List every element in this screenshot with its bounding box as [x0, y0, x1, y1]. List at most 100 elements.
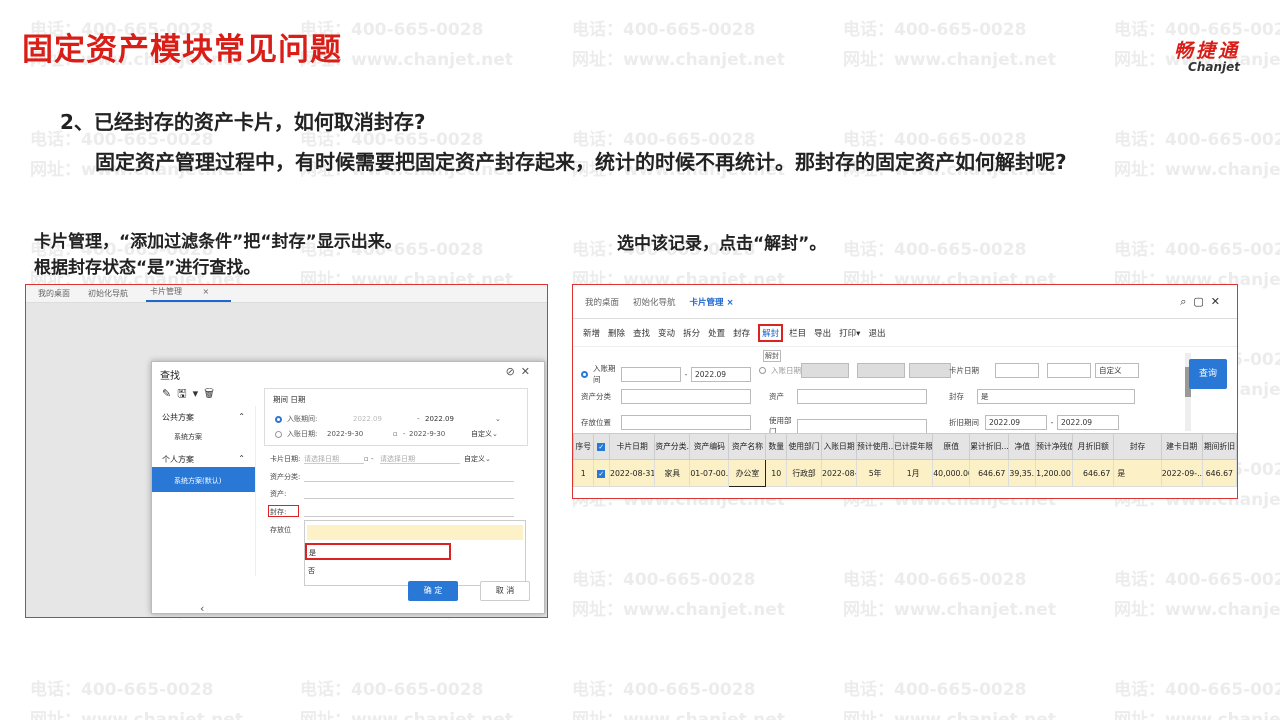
- public-scheme-group[interactable]: 公共方案 ⌃: [152, 406, 255, 423]
- period-row[interactable]: 入账期间: 2022.09 - 2022.09 ⌄: [275, 413, 501, 425]
- dep-period-from[interactable]: 2022.09: [985, 415, 1047, 430]
- col-asset-class[interactable]: 资产分类...: [654, 433, 691, 460]
- period-radio[interactable]: [581, 370, 588, 378]
- cell-check[interactable]: ✓: [592, 459, 611, 487]
- cell: 646.67: [1072, 459, 1115, 487]
- query-button[interactable]: 查询: [1189, 359, 1227, 389]
- col-used-years[interactable]: 已计提年限: [893, 433, 934, 460]
- period-to[interactable]: 2022.09: [425, 415, 495, 423]
- col-monthly-dep[interactable]: 月折旧额: [1072, 433, 1115, 460]
- scheme-tools-icon[interactable]: ✎🖫▾🗑: [162, 385, 220, 404]
- col-residual[interactable]: 预计净残值: [1035, 433, 1074, 460]
- date-row[interactable]: 入账日期: 2022-9-30 ▫ - 2022-9-30 自定义 ⌄: [275, 428, 498, 440]
- col-acc-dep[interactable]: 累计折旧...: [969, 433, 1010, 460]
- card-date-label: 卡片日期:: [270, 455, 301, 463]
- col-dept[interactable]: 使用部门: [786, 433, 823, 460]
- chevron-down-icon[interactable]: ⌄: [485, 455, 491, 463]
- col-net-value[interactable]: 净值: [1008, 433, 1037, 460]
- calendar-icon[interactable]: ▫: [393, 430, 403, 438]
- checkbox-icon[interactable]: ✓: [597, 443, 606, 451]
- option-no[interactable]: 否: [308, 566, 315, 576]
- col-period-dep[interactable]: 期间折旧: [1201, 433, 1237, 460]
- toolbar-split-button[interactable]: 拆分: [683, 327, 700, 339]
- cancel-button[interactable]: 取 消: [480, 581, 530, 601]
- seal-input[interactable]: [304, 507, 514, 517]
- date-to[interactable]: 2022-9-30: [409, 430, 471, 438]
- tab-desktop[interactable]: 我的桌面: [38, 286, 70, 302]
- period-from-input[interactable]: [621, 366, 681, 382]
- chevron-down-icon[interactable]: ⌄: [492, 430, 498, 438]
- toolbar-delete-button[interactable]: 删除: [608, 327, 625, 339]
- personal-scheme-group[interactable]: 个人方案 ⌃: [152, 448, 255, 465]
- date-radio[interactable]: [275, 430, 282, 438]
- window-controls-icon[interactable]: ⌕▢✕: [1180, 295, 1227, 309]
- help-close-icon[interactable]: ⊘✕: [506, 365, 536, 378]
- toolbar-change-button[interactable]: 变动: [658, 327, 675, 339]
- date-radio[interactable]: [759, 367, 766, 374]
- public-scheme-item[interactable]: 系统方案: [152, 423, 255, 448]
- seal-select[interactable]: 是: [977, 389, 1135, 404]
- period-from[interactable]: 2022.09: [353, 415, 417, 423]
- period-to-input[interactable]: 2022.09: [691, 366, 751, 382]
- col-entry-date[interactable]: 入账日期: [821, 433, 858, 460]
- chevron-down-icon[interactable]: ⌄: [495, 415, 501, 423]
- confirm-button[interactable]: 确 定: [408, 581, 458, 601]
- cell: 01-07-00...: [689, 459, 730, 487]
- dept-input[interactable]: [797, 418, 927, 434]
- table-row[interactable]: 1 ✓ 2022-08-31 家具 01-07-00... 办公室 10 行政部…: [573, 459, 1237, 487]
- card-date-to[interactable]: 请选择日期: [380, 454, 460, 464]
- toolbar-find-button[interactable]: 查找: [633, 327, 650, 339]
- col-seq[interactable]: 序号: [573, 433, 594, 460]
- tab-card-management[interactable]: 卡片管理 ×: [146, 285, 232, 302]
- card-date-to-input[interactable]: [1047, 363, 1091, 378]
- asset-class-input[interactable]: [621, 389, 751, 404]
- close-icon[interactable]: ×: [203, 287, 210, 296]
- col-sealed[interactable]: 封存: [1113, 433, 1162, 460]
- card-date-from[interactable]: 请选择日期: [304, 454, 364, 464]
- toolbar-add-button[interactable]: 新增: [583, 327, 600, 339]
- collapse-icon[interactable]: ‹: [200, 602, 204, 615]
- dep-period-to[interactable]: 2022.09: [1057, 415, 1119, 430]
- toolbar-print-button[interactable]: 打印▾: [839, 327, 860, 339]
- col-asset-name[interactable]: 资产名称: [728, 433, 767, 460]
- period-label: 入账期间:: [287, 415, 318, 423]
- asset-input[interactable]: [797, 389, 927, 404]
- dropdown-search[interactable]: [307, 525, 523, 540]
- period-radio[interactable]: [275, 415, 282, 423]
- tab-init-nav[interactable]: 初始化导航: [88, 286, 128, 302]
- asset-input[interactable]: [304, 489, 514, 499]
- col-expected-life[interactable]: 预计使用...: [856, 433, 895, 460]
- custom-select[interactable]: 自定义: [471, 429, 492, 439]
- toolbar-unseal-button[interactable]: 解封: [758, 323, 784, 342]
- col-original-value[interactable]: 原值: [932, 433, 971, 460]
- col-qty[interactable]: 数量: [765, 433, 788, 460]
- checkbox-icon[interactable]: ✓: [597, 469, 606, 478]
- date-from[interactable]: 2022-9-30: [327, 430, 393, 438]
- asset-filter: 资产: [769, 389, 927, 404]
- personal-scheme-item[interactable]: 系统方案(默认): [152, 467, 255, 492]
- tab-init-nav[interactable]: 初始化导航: [633, 296, 676, 308]
- toolbar-export-button[interactable]: 导出: [814, 327, 831, 339]
- col-created[interactable]: 建卡日期: [1160, 433, 1203, 460]
- toolbar-dispose-button[interactable]: 处置: [708, 327, 725, 339]
- tab-card-management[interactable]: 卡片管理 ×: [690, 296, 734, 308]
- custom-select-2[interactable]: 自定义: [464, 454, 485, 464]
- cell-asset-name[interactable]: 办公室: [728, 459, 767, 487]
- date-custom-select[interactable]: [909, 363, 951, 378]
- date-to-input[interactable]: [857, 363, 905, 378]
- col-check[interactable]: ✓: [592, 433, 611, 460]
- card-date-from-input[interactable]: [995, 363, 1039, 378]
- toolbar-exit-button[interactable]: 退出: [868, 327, 885, 339]
- period-label: 入账期间: [593, 364, 616, 384]
- step-left-line-2: 根据封存状态“是”进行查找。: [34, 258, 261, 278]
- option-yes[interactable]: 是: [305, 543, 451, 560]
- col-asset-code[interactable]: 资产编码: [689, 433, 730, 460]
- card-date-custom-select[interactable]: 自定义: [1095, 363, 1139, 378]
- toolbar-columns-button[interactable]: 栏目: [789, 327, 806, 339]
- location-input[interactable]: [621, 415, 751, 430]
- toolbar-seal-button[interactable]: 封存: [733, 327, 750, 339]
- col-card-date[interactable]: 卡片日期: [609, 433, 656, 460]
- asset-class-input[interactable]: [304, 472, 514, 482]
- date-from-input[interactable]: [801, 363, 849, 378]
- tab-desktop[interactable]: 我的桌面: [585, 296, 619, 308]
